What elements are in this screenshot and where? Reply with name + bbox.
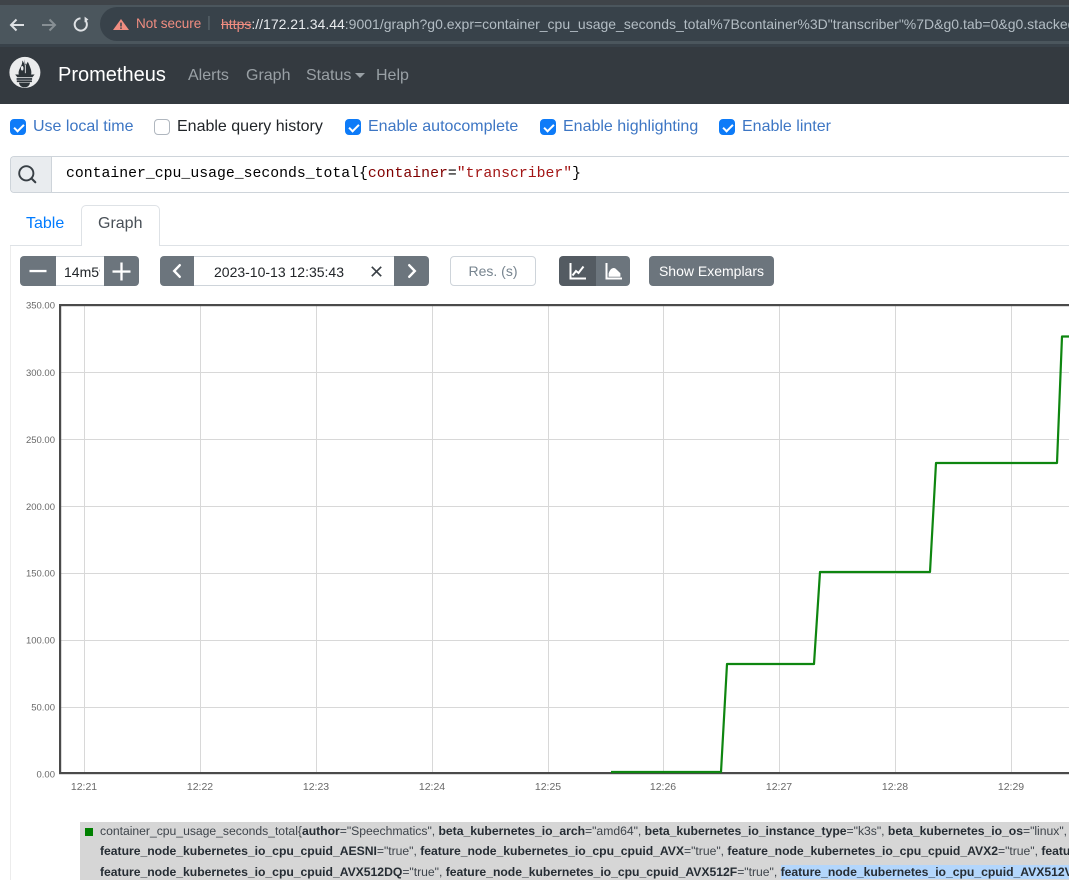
svg-text:12:28: 12:28 xyxy=(882,781,908,793)
svg-text:12:23: 12:23 xyxy=(303,781,329,793)
svg-text:50.00: 50.00 xyxy=(31,703,55,714)
svg-text:150.00: 150.00 xyxy=(26,569,55,580)
svg-text:12:27: 12:27 xyxy=(766,781,792,793)
svg-text:12:25: 12:25 xyxy=(535,781,561,793)
svg-text:250.00: 250.00 xyxy=(26,435,55,446)
svg-text:12:21: 12:21 xyxy=(71,781,97,793)
svg-text:12:22: 12:22 xyxy=(187,781,213,793)
svg-text:300.00: 300.00 xyxy=(26,368,55,379)
svg-text:0.00: 0.00 xyxy=(37,769,56,780)
svg-text:12:29: 12:29 xyxy=(998,781,1024,793)
svg-text:12:24: 12:24 xyxy=(419,781,445,793)
svg-text:200.00: 200.00 xyxy=(26,502,55,513)
svg-text:100.00: 100.00 xyxy=(26,636,55,647)
svg-text:350.00: 350.00 xyxy=(26,301,55,312)
svg-text:12:26: 12:26 xyxy=(650,781,676,793)
